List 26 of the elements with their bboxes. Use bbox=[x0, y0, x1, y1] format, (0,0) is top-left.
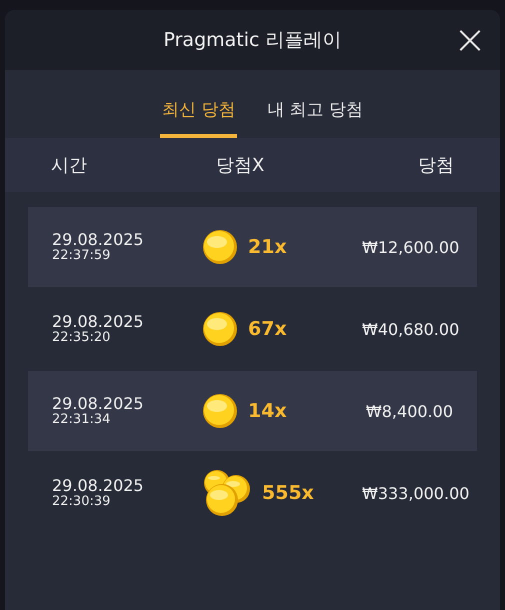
coin-icon bbox=[202, 229, 238, 265]
coin-icon bbox=[202, 393, 238, 429]
date-text: 29.08.2025 bbox=[52, 478, 145, 495]
coin-stack-icon bbox=[202, 469, 252, 517]
win-amount: ₩8,400.00 bbox=[364, 402, 453, 420]
dialog-title: Pragmatic 리플레이 bbox=[163, 28, 342, 53]
multiplier-text: 67x bbox=[248, 318, 287, 340]
time-text: 22:31:34 bbox=[52, 412, 112, 426]
column-header: 당첨X bbox=[216, 154, 266, 177]
tab[interactable]: 내 최고 당첨 bbox=[265, 70, 366, 138]
date-text: 29.08.2025 bbox=[52, 314, 145, 331]
column-header: 시간 bbox=[51, 154, 88, 177]
date-text: 29.08.2025 bbox=[52, 232, 145, 249]
close-button[interactable]: × bbox=[448, 18, 492, 62]
win-amount: ₩333,000.00 bbox=[362, 484, 470, 502]
time-text: 22:37:59 bbox=[52, 248, 112, 262]
coin-icon bbox=[202, 311, 238, 347]
time-text: 22:30:39 bbox=[52, 494, 112, 508]
column-header: 당첨 bbox=[417, 154, 454, 177]
multiplier-text: 14x bbox=[248, 400, 287, 422]
date-text: 29.08.2025 bbox=[52, 396, 145, 413]
multiplier-text: 21x bbox=[248, 236, 287, 258]
multiplier-text: 555x bbox=[262, 482, 314, 504]
win-amount: ₩40,680.00 bbox=[362, 320, 460, 338]
time-text: 22:35:20 bbox=[52, 330, 112, 344]
win-amount: ₩12,600.00 bbox=[362, 238, 460, 256]
